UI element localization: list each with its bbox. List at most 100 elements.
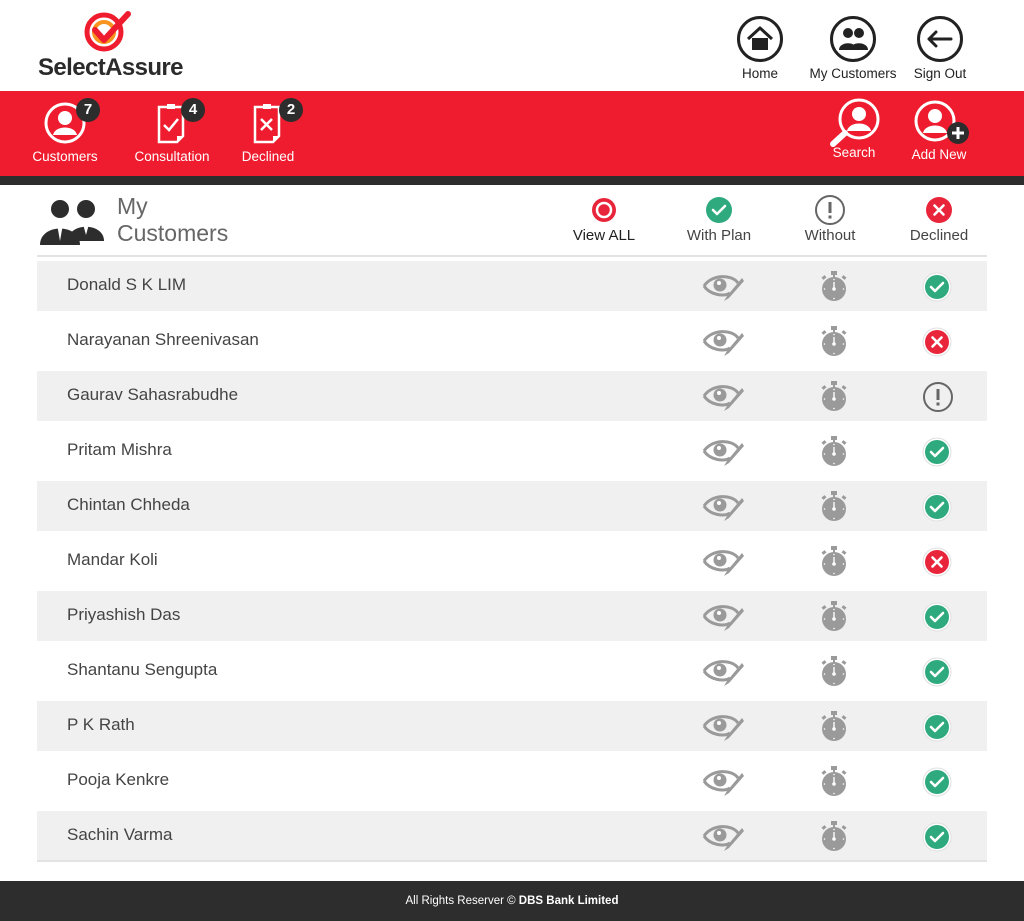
customer-name[interactable]: Gaurav Sahasrabudhe (67, 385, 238, 405)
view-edit-plan-icon[interactable] (702, 546, 744, 576)
declined-x-icon[interactable] (922, 547, 952, 577)
quick-consultation[interactable]: 4 Consultation (122, 98, 222, 164)
quick-declined[interactable]: 2 Declined (218, 98, 318, 164)
stopwatch-icon[interactable] (818, 766, 848, 796)
stopwatch-icon[interactable] (818, 326, 848, 356)
add-customer-icon (914, 100, 969, 144)
view-edit-plan-icon[interactable] (702, 436, 744, 466)
filter-view-all-label: View ALL (572, 227, 636, 244)
customers-section-icon (40, 200, 104, 245)
customer-name[interactable]: Pritam Mishra (67, 440, 172, 460)
declined-count-badge: 2 (279, 98, 303, 122)
table-row[interactable]: Shantanu Sengupta (37, 646, 987, 701)
table-row[interactable]: Gaurav Sahasrabudhe (37, 371, 987, 426)
logo-text: SelectAssure (38, 54, 183, 81)
customer-name[interactable]: Narayanan Shreenivasan (67, 330, 259, 350)
footer-copyright: All Rights Reserver © (405, 895, 516, 907)
customer-name[interactable]: Donald S K LIM (67, 275, 186, 295)
approved-check-icon[interactable] (922, 492, 952, 522)
nav-sign-out[interactable]: Sign Out (895, 16, 985, 81)
page-title-line2: Customers (117, 220, 229, 246)
view-edit-plan-icon[interactable] (702, 271, 744, 301)
nav-home-label: Home (741, 66, 778, 81)
search-customer-icon (830, 98, 880, 147)
approved-check-icon[interactable] (922, 712, 952, 742)
view-edit-plan-icon[interactable] (702, 381, 744, 411)
filter-with-plan-label: With Plan (686, 227, 752, 244)
filter-with-plan[interactable]: With Plan (669, 197, 769, 244)
table-row[interactable]: P K Rath (37, 701, 987, 756)
approved-check-icon[interactable] (922, 822, 952, 852)
approved-check-icon[interactable] (922, 602, 952, 632)
quick-add-new[interactable]: Add New (889, 100, 989, 162)
customer-name[interactable]: Pooja Kenkre (67, 770, 169, 790)
table-row[interactable]: Narayanan Shreenivasan (37, 316, 987, 371)
customer-name[interactable]: Sachin Varma (67, 825, 173, 845)
page-title: My Customers (117, 193, 228, 247)
with-plan-check-icon (706, 197, 732, 223)
stopwatch-icon[interactable] (818, 656, 848, 686)
consultation-count-badge: 4 (181, 98, 205, 122)
quick-declined-label: Declined (241, 149, 295, 164)
quick-consultation-label: Consultation (134, 149, 210, 164)
stopwatch-icon[interactable] (818, 711, 848, 741)
customer-name[interactable]: Priyashish Das (67, 605, 180, 625)
filter-without-label: Without (804, 227, 856, 244)
customer-table: Donald S K LIM Narayanan Shreenivasan Gaur… (37, 261, 987, 866)
table-row[interactable]: Chintan Chheda (37, 481, 987, 536)
table-row[interactable]: Pooja Kenkre (37, 756, 987, 811)
approved-check-icon[interactable] (922, 767, 952, 797)
view-edit-plan-icon[interactable] (702, 711, 744, 741)
view-edit-plan-icon[interactable] (702, 656, 744, 686)
stopwatch-icon[interactable] (818, 491, 848, 521)
view-edit-plan-icon[interactable] (702, 491, 744, 521)
view-edit-plan-icon[interactable] (702, 601, 744, 631)
customer-name[interactable]: Chintan Chheda (67, 495, 190, 515)
view-edit-plan-icon[interactable] (702, 821, 744, 851)
approved-check-icon[interactable] (922, 437, 952, 467)
declined-x-icon[interactable] (922, 327, 952, 357)
approved-check-icon[interactable] (922, 272, 952, 302)
table-row[interactable]: Priyashish Das (37, 591, 987, 646)
stopwatch-icon[interactable] (818, 381, 848, 411)
view-all-icon (592, 198, 616, 222)
filter-view-all[interactable]: View ALL (554, 197, 654, 244)
declined-x-icon (926, 197, 952, 223)
stopwatch-icon[interactable] (818, 601, 848, 631)
view-edit-plan-icon[interactable] (702, 326, 744, 356)
view-edit-plan-icon[interactable] (702, 766, 744, 796)
quick-customers[interactable]: 7 Customers (15, 98, 115, 164)
filter-declined-label: Declined (909, 227, 969, 244)
selectassure-logo[interactable]: SelectAssure (36, 10, 186, 82)
customer-name[interactable]: Shantanu Sengupta (67, 660, 217, 680)
table-bottom-border (37, 860, 987, 862)
table-row[interactable]: Mandar Koli (37, 536, 987, 591)
stopwatch-icon[interactable] (818, 546, 848, 576)
customers-count-badge: 7 (76, 98, 100, 122)
nav-home[interactable]: Home (715, 16, 805, 81)
table-row[interactable]: Sachin Varma (37, 811, 987, 866)
table-row[interactable]: Pritam Mishra (37, 426, 987, 481)
nav-sign-out-label: Sign Out (913, 66, 967, 81)
without-exclamation-icon (815, 195, 845, 225)
quick-actions-bar: 7 Customers 4 Consultation 2 Declined Se… (0, 91, 1024, 176)
stopwatch-icon[interactable] (818, 436, 848, 466)
stopwatch-icon[interactable] (818, 271, 848, 301)
footer-company: DBS Bank Limited (518, 895, 619, 907)
filter-row: My Customers View ALL With Plan Without … (37, 185, 987, 257)
page-title-line1: My (117, 193, 148, 219)
logo-checkmark-icon (84, 11, 131, 52)
pending-exclamation-icon[interactable] (922, 381, 953, 412)
filter-without[interactable]: Without (780, 195, 880, 244)
nav-my-customers[interactable]: My Customers (808, 16, 898, 81)
home-icon (737, 16, 783, 62)
filter-declined[interactable]: Declined (889, 197, 989, 244)
table-row[interactable]: Donald S K LIM (37, 261, 987, 316)
stopwatch-icon[interactable] (818, 821, 848, 851)
approved-check-icon[interactable] (922, 657, 952, 687)
nav-my-customers-label: My Customers (809, 66, 897, 81)
customer-name[interactable]: P K Rath (67, 715, 135, 735)
customer-name[interactable]: Mandar Koli (67, 550, 158, 570)
footer: All Rights Reserver © DBS Bank Limited (0, 881, 1024, 921)
header-divider (0, 176, 1024, 185)
